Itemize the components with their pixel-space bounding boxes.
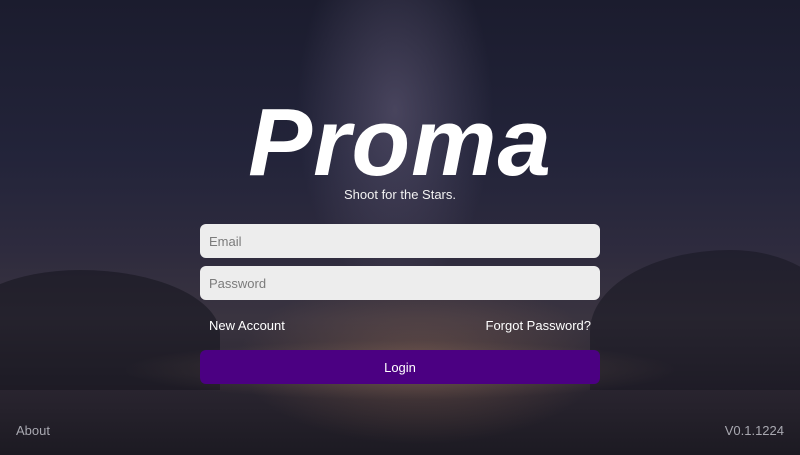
login-screen: Proma Shoot for the Stars. New Account F… — [0, 0, 800, 455]
email-field[interactable] — [200, 224, 600, 258]
about-link[interactable]: About — [16, 423, 50, 438]
version-label: V0.1.1224 — [724, 423, 784, 438]
login-button[interactable]: Login — [200, 350, 600, 384]
app-logo: Proma — [248, 89, 552, 196]
forgot-password-link[interactable]: Forgot Password? — [486, 318, 592, 333]
new-account-link[interactable]: New Account — [209, 318, 285, 333]
app-tagline: Shoot for the Stars. — [343, 187, 456, 202]
password-field[interactable] — [200, 266, 600, 300]
